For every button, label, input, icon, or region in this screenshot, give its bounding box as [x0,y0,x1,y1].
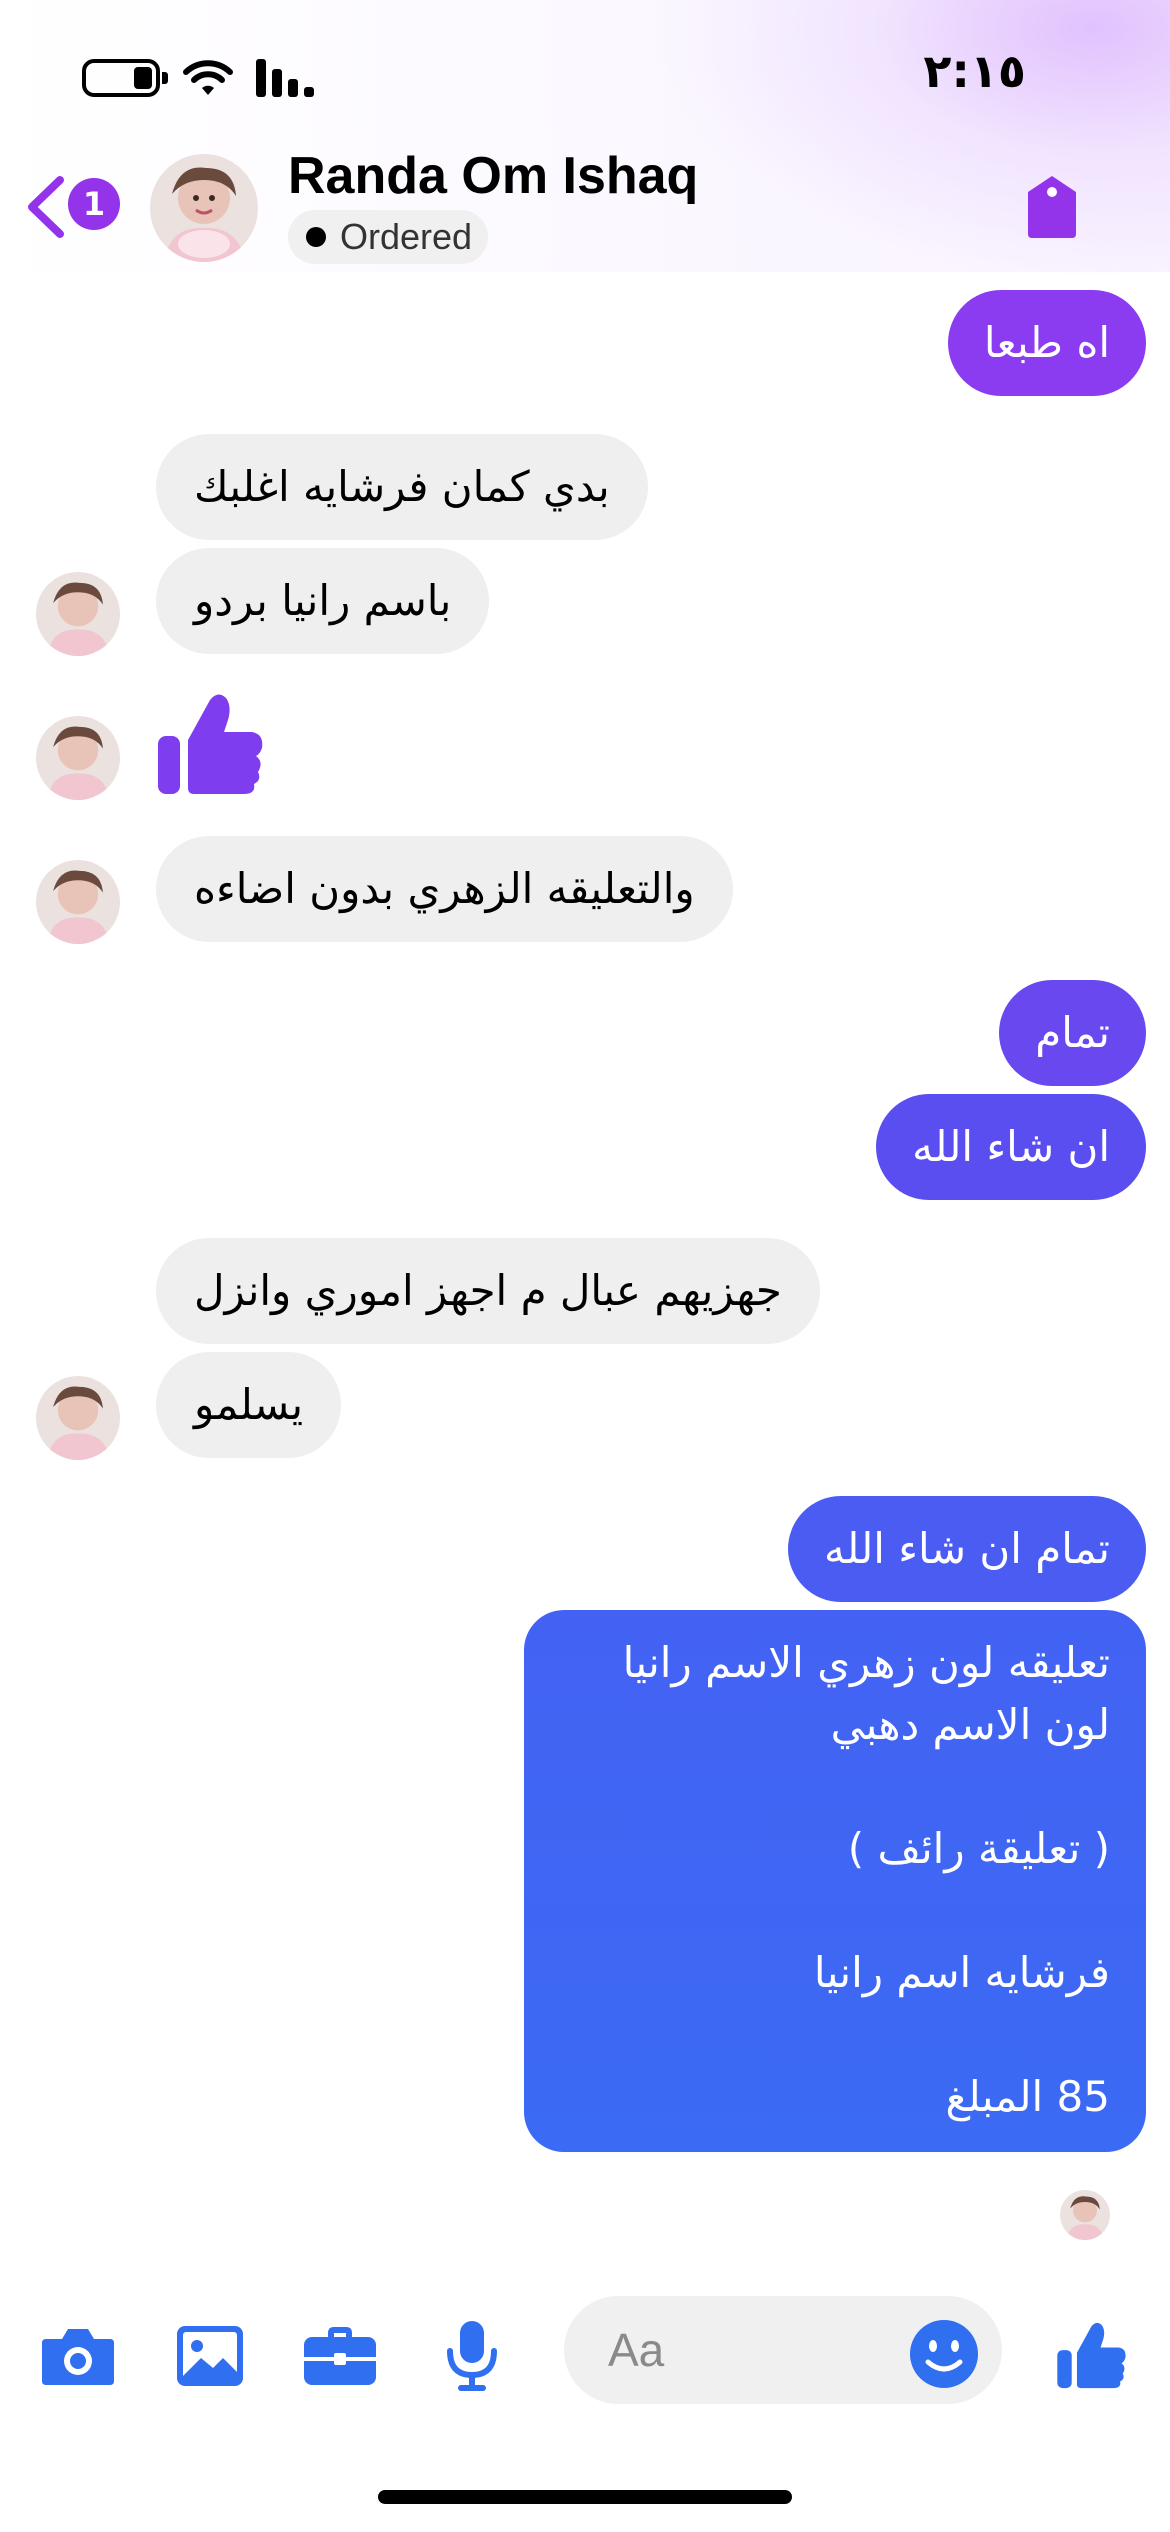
message-outgoing[interactable]: ان شاء الله [876,1094,1146,1200]
chevron-left-icon [28,176,64,238]
briefcase-icon[interactable] [300,2318,380,2394]
unread-badge: 1 [68,178,120,230]
contact-avatar-small [36,572,120,656]
signal-icon [256,59,318,97]
home-indicator[interactable] [378,2490,792,2504]
photo-icon[interactable] [170,2318,250,2394]
read-receipt-avatar [1060,2190,1110,2240]
contact-avatar-small [36,1376,120,1460]
message-incoming[interactable]: بدي كمان فرشايه اغلبك [156,434,648,540]
message-incoming[interactable]: يسلمو [156,1352,342,1458]
tag-icon[interactable] [1022,172,1082,242]
status-dot [306,227,326,247]
message-outgoing[interactable]: اه طبعا [947,290,1146,396]
contact-avatar[interactable] [150,154,258,262]
status-badge[interactable]: Ordered [288,210,489,264]
message-incoming[interactable]: والتعليقه الزهري بدون اضاءه [156,836,733,942]
camera-icon[interactable] [38,2318,118,2394]
message-outgoing[interactable]: تمام ان شاء الله [788,1496,1146,1602]
thumbs-up-icon[interactable] [156,690,266,800]
status-label: Ordered [340,216,473,257]
header-glow [650,0,1170,280]
message-input[interactable] [608,2320,868,2380]
message-outgoing[interactable]: تعليقه لون زهري الاسم رانيا لون الاسم ده… [524,1610,1146,2152]
thumbs-up-icon[interactable] [1052,2318,1132,2394]
status-time: ٢:١٥ [923,44,1026,98]
emoji-icon[interactable] [908,2318,980,2390]
contact-name[interactable]: Randa Om Ishaq [288,146,698,206]
contact-avatar-small [36,860,120,944]
message-incoming[interactable]: جهزيهم عبال م اجهز اموري وانزل [156,1238,820,1344]
message-outgoing[interactable]: تمام [999,980,1146,1086]
battery-icon [82,59,168,97]
contact-avatar-small [36,716,120,800]
wifi-icon [182,58,234,98]
microphone-icon[interactable] [432,2318,512,2394]
message-incoming[interactable]: باسم رانيا بردو [156,548,490,654]
status-icons [82,54,318,102]
